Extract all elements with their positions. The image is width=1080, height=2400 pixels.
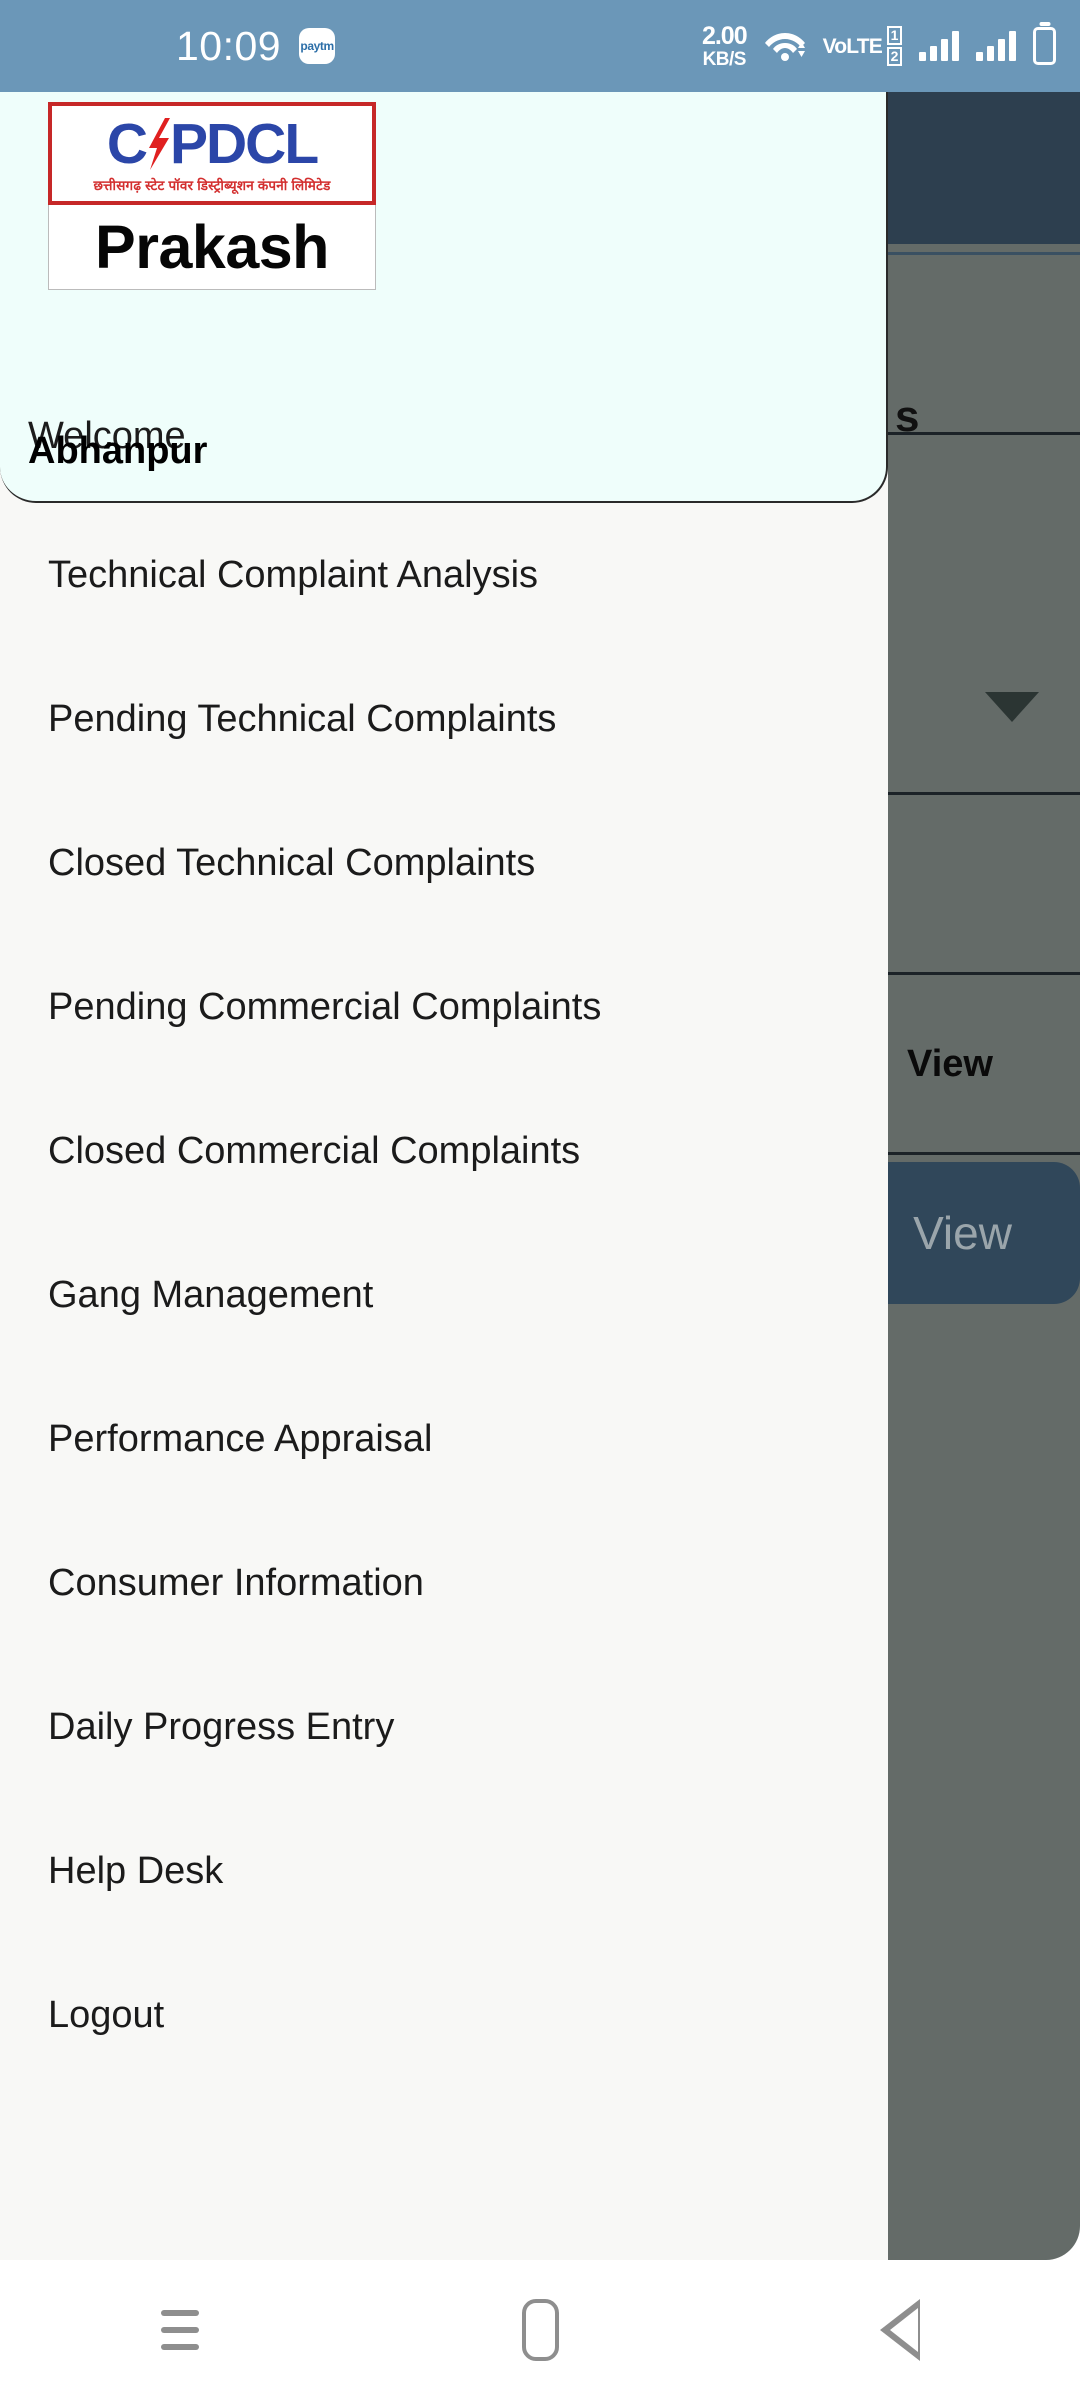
- sim1-badge: 1: [887, 26, 902, 45]
- phone-screen: s View View C PDCL छत्तीसगढ़ स्टेट पॉवर …: [0, 0, 1080, 2400]
- drawer-menu-list: Technical Complaint Analysis Pending Tec…: [0, 503, 888, 2087]
- drawer-header: C PDCL छत्तीसगढ़ स्टेट पॉवर डिस्ट्रीब्यू…: [0, 92, 888, 503]
- recents-icon: [161, 2310, 199, 2350]
- system-navigation-bar: [0, 2260, 1080, 2400]
- menu-item-closed-technical-complaints[interactable]: Closed Technical Complaints: [0, 791, 888, 935]
- chevron-down-icon[interactable]: [985, 692, 1039, 722]
- menu-item-closed-commercial-complaints[interactable]: Closed Commercial Complaints: [0, 1079, 888, 1223]
- app-name-label: Prakash: [95, 213, 329, 281]
- wifi-icon: [764, 27, 806, 66]
- battery-icon: [1033, 27, 1056, 65]
- back-button[interactable]: [825, 2260, 975, 2400]
- sim2-badge: 2: [887, 47, 902, 66]
- menu-item-logout[interactable]: Logout: [0, 1943, 888, 2087]
- status-bar-clock: 10:09: [176, 22, 282, 69]
- network-speed-value: 2.00: [701, 21, 748, 50]
- logo-letters-pdcl: PDCL: [170, 111, 319, 176]
- menu-item-pending-commercial-complaints[interactable]: Pending Commercial Complaints: [0, 935, 888, 1079]
- welcome-user-name: Abhanpur: [28, 430, 208, 472]
- status-bar-left: 10:09 paytm: [176, 22, 336, 69]
- home-button[interactable]: [465, 2260, 615, 2400]
- cspdcl-logo: C PDCL छत्तीसगढ़ स्टेट पॉवर डिस्ट्रीब्यू…: [48, 102, 376, 205]
- menu-item-gang-management[interactable]: Gang Management: [0, 1223, 888, 1367]
- logo-letter-c: C: [106, 111, 148, 176]
- menu-item-consumer-information[interactable]: Consumer Information: [0, 1511, 888, 1655]
- app-name-card: Prakash: [48, 205, 376, 290]
- network-speed-indicator: 2.00 KB/S: [701, 21, 748, 70]
- menu-item-pending-technical-complaints[interactable]: Pending Technical Complaints: [0, 647, 888, 791]
- back-icon: [880, 2299, 920, 2361]
- menu-item-help-desk[interactable]: Help Desk: [0, 1799, 888, 1943]
- menu-item-performance-appraisal[interactable]: Performance Appraisal: [0, 1367, 888, 1511]
- menu-item-daily-progress-entry[interactable]: Daily Progress Entry: [0, 1655, 888, 1799]
- paytm-icon-label: paytm: [300, 39, 334, 53]
- navigation-drawer: C PDCL छत्तीसगढ़ स्टेट पॉवर डिस्ट्रीब्यू…: [0, 92, 888, 2260]
- status-bar: 10:09 paytm 2.00 KB/S VoLTE 1 2: [0, 0, 1080, 92]
- volte-sim-numbers: 1 2: [843, 26, 902, 66]
- status-bar-right: 2.00 KB/S VoLTE 1 2: [702, 0, 1056, 92]
- logo-wordmark: C PDCL: [106, 111, 319, 176]
- logo-subtitle-hindi: छत्तीसगढ़ स्टेट पॉवर डिस्ट्रीब्यूशन कंपन…: [93, 178, 331, 193]
- lightning-bolt-icon: [143, 116, 173, 172]
- home-icon: [521, 2299, 559, 2361]
- paytm-notification-icon: paytm: [299, 28, 336, 64]
- signal-bars-sim1-icon: [919, 31, 959, 61]
- network-speed-unit: KB/S: [702, 48, 747, 70]
- menu-item-technical-complaint-analysis[interactable]: Technical Complaint Analysis: [0, 503, 888, 647]
- signal-bars-sim2-icon: [976, 31, 1016, 61]
- recents-button[interactable]: [105, 2260, 255, 2400]
